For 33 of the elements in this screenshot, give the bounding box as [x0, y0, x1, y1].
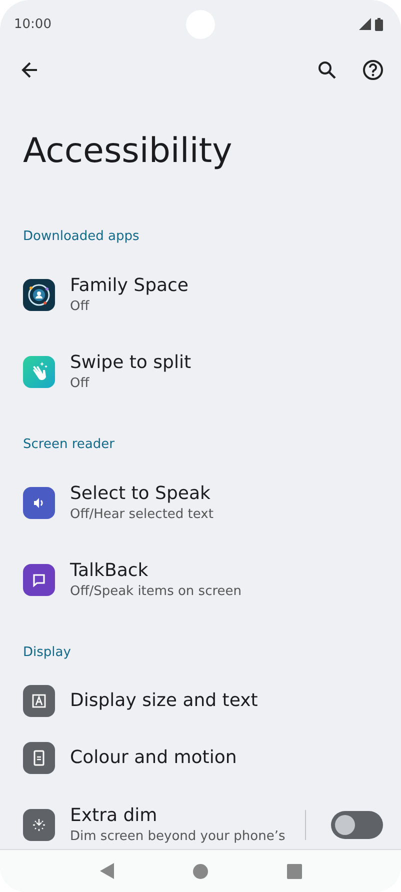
help-icon [362, 59, 384, 81]
section-header: Screen reader [23, 436, 114, 452]
item-title: Select to Speak [70, 482, 212, 506]
signal-icon [359, 18, 371, 30]
item-title: Display size and text [70, 688, 259, 712]
back-arrow-icon [20, 60, 40, 80]
item-subtitle: Off [70, 374, 90, 392]
home-nav-icon[interactable] [192, 864, 208, 878]
item-subtitle: Off/Hear selected text [70, 506, 214, 524]
item-subtitle: Off/Speak items on screen [70, 582, 243, 600]
section-header: Display [23, 644, 71, 660]
family-space-icon [23, 278, 55, 310]
item-subtitle: Off [70, 298, 90, 316]
text-size-icon [23, 684, 55, 716]
hand-icon [23, 356, 55, 388]
item-title: Colour and motion [70, 746, 238, 770]
toggle-switch[interactable] [331, 810, 383, 838]
brightness-icon [23, 808, 55, 840]
search-icon [317, 60, 337, 80]
item-title: TalkBack [70, 558, 150, 582]
item-title: Extra dim [70, 804, 158, 828]
section-header: Downloaded apps [23, 228, 140, 244]
battery-icon [375, 18, 383, 30]
recents-nav-icon[interactable] [286, 864, 302, 878]
item-title: Swipe to split [70, 350, 192, 374]
status-time: 10:00 [14, 16, 52, 32]
back-nav-icon[interactable] [100, 863, 114, 879]
item-title: Family Space [70, 274, 190, 298]
item-subtitle: Dim screen beyond your phone’s [70, 828, 286, 846]
page-title: Accessibility [23, 131, 232, 171]
phone-icon [23, 742, 55, 774]
chat-icon [23, 564, 55, 596]
speaker-icon [23, 486, 55, 518]
